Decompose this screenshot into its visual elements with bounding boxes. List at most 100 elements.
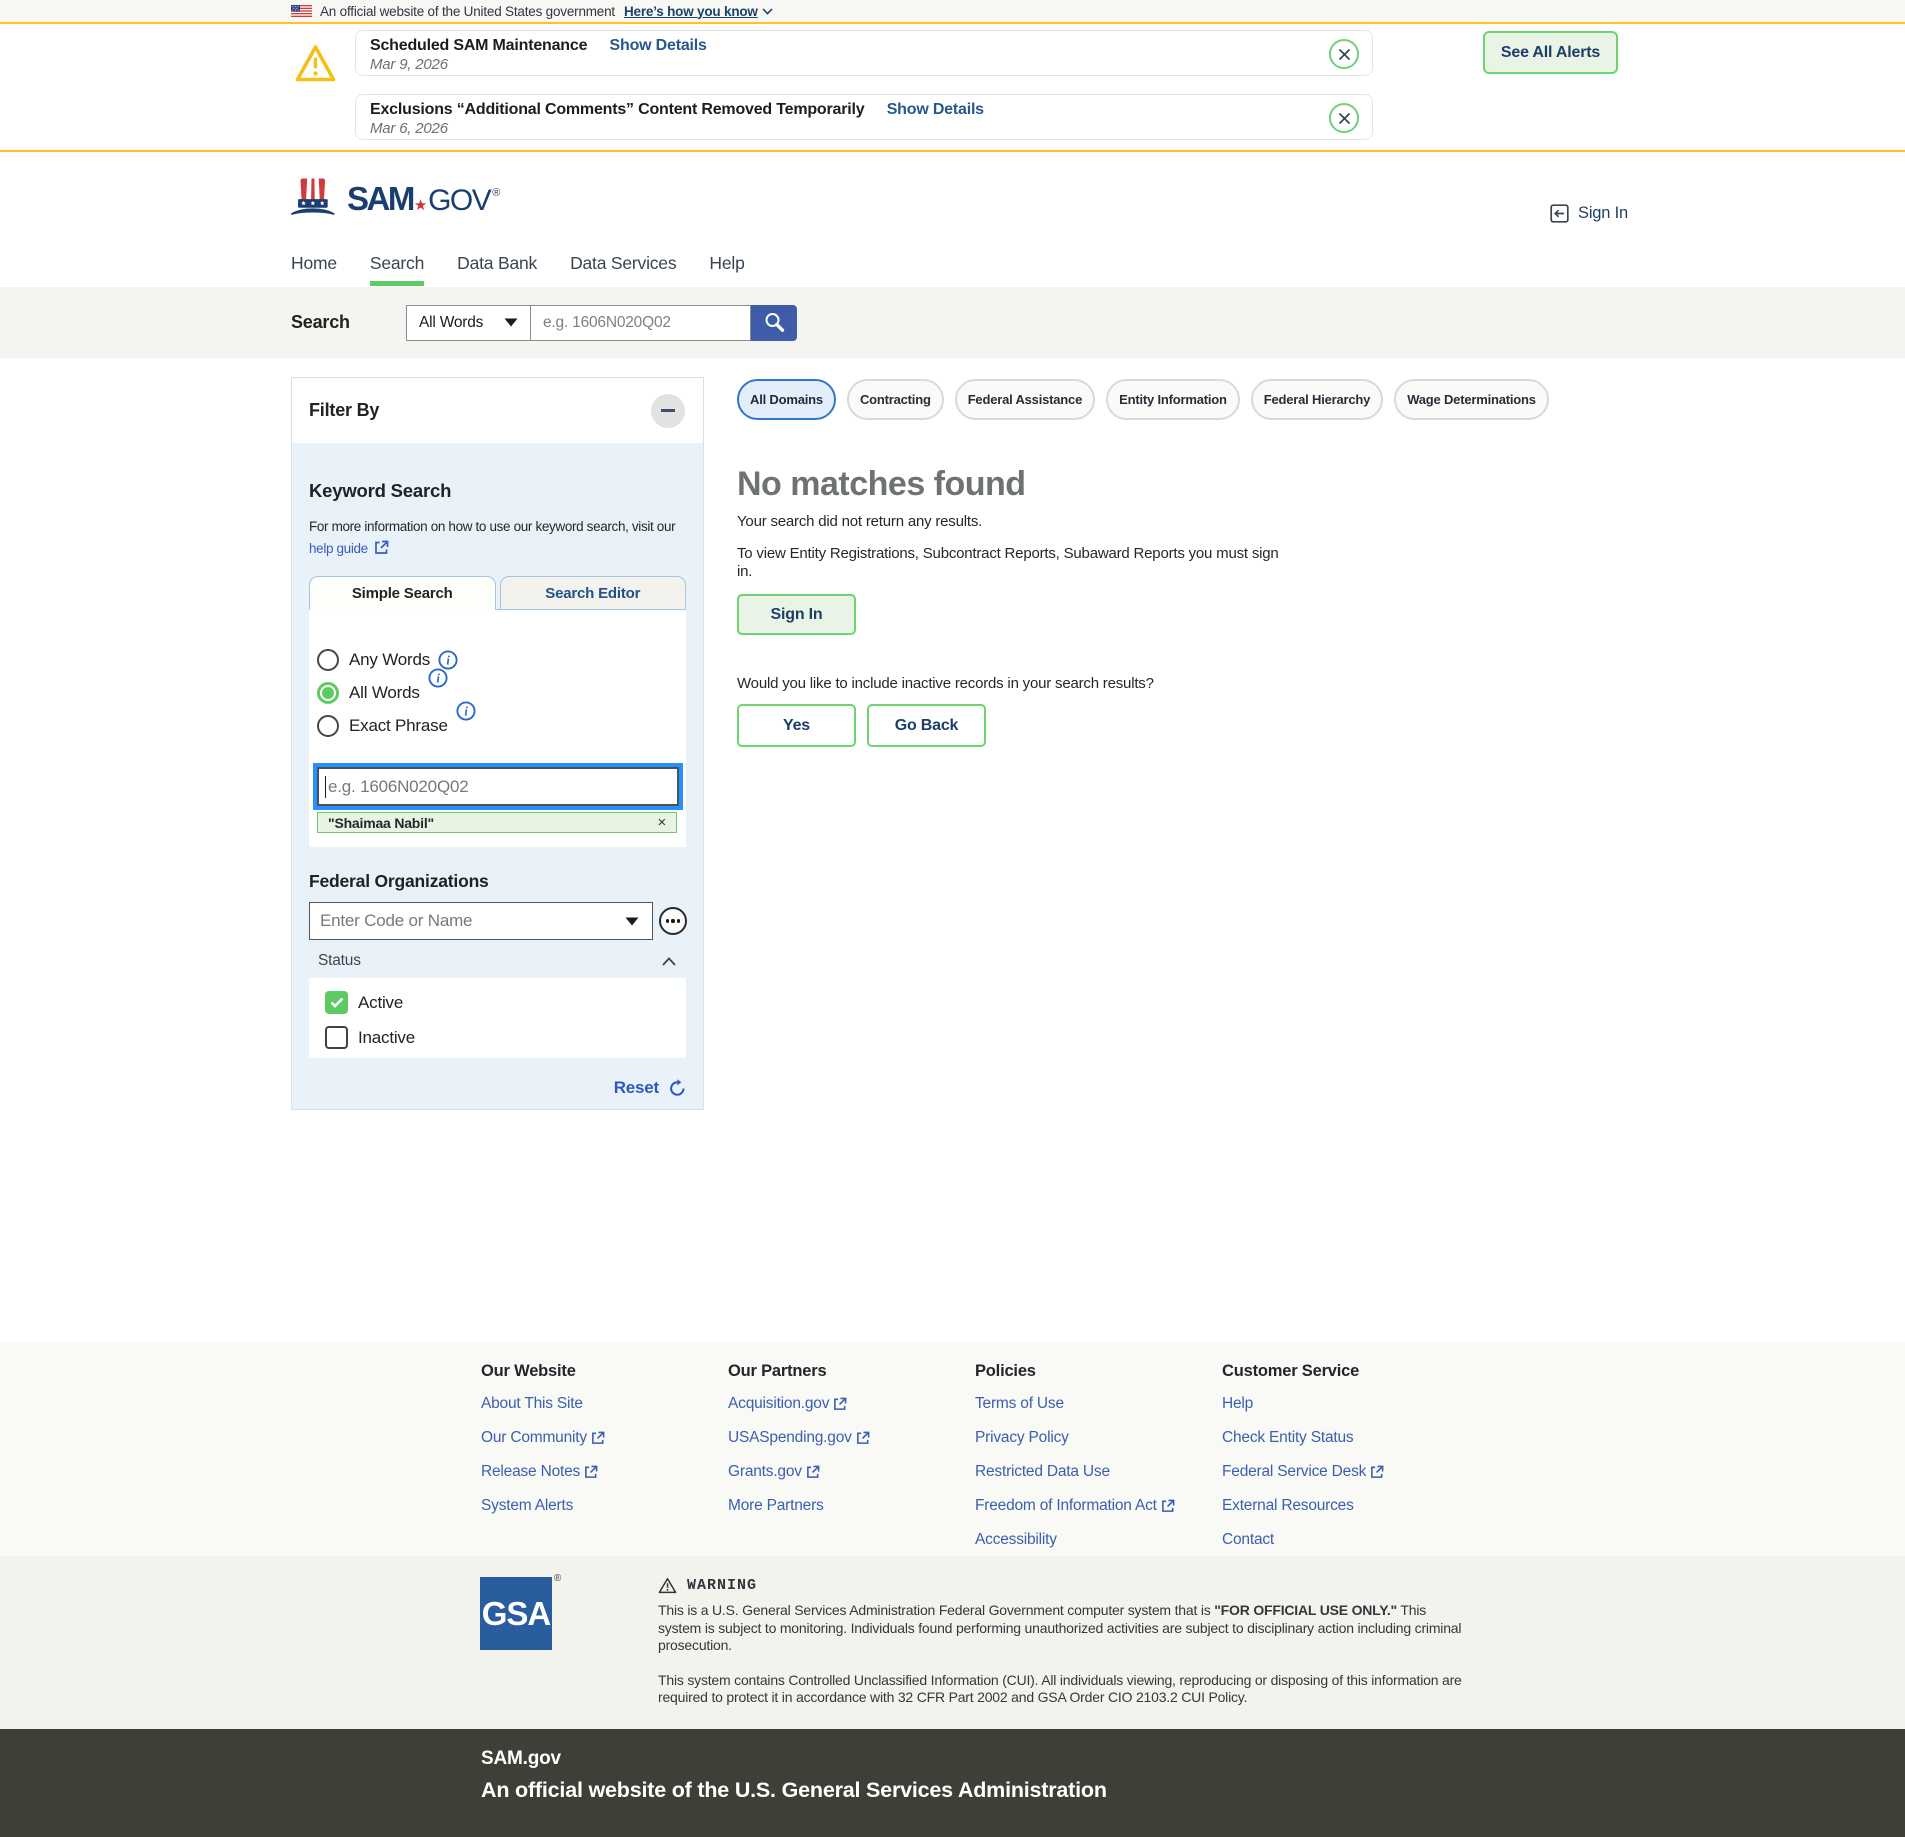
yes-button[interactable]: Yes	[737, 704, 856, 747]
sign-in-notice: To view Entity Registrations, Subcontrac…	[737, 545, 1285, 581]
alert-show-details-link[interactable]: Show Details	[610, 37, 707, 54]
warning-triangle-icon	[294, 43, 337, 84]
footer-link-accessibility[interactable]: Accessibility	[975, 1532, 1057, 1548]
footer-link-acquisition-gov[interactable]: Acquisition.gov	[728, 1396, 847, 1412]
see-all-alerts-button[interactable]: See All Alerts	[1483, 31, 1618, 74]
samgov-logo[interactable]: SAM ★ GOV ®	[291, 177, 500, 219]
pill-entity-information[interactable]: Entity Information	[1106, 379, 1240, 420]
caret-down-icon	[625, 917, 639, 926]
footer-link-privacy-policy[interactable]: Privacy Policy	[975, 1430, 1069, 1446]
gsa-warning-label: WARNING	[687, 1577, 757, 1594]
check-icon	[330, 997, 344, 1008]
pill-all-domains[interactable]: All Domains	[737, 379, 836, 420]
chip-close-icon[interactable]: ×	[657, 815, 666, 830]
footer-link-restricted-data-use[interactable]: Restricted Data Use	[975, 1464, 1110, 1480]
footer-link-usaspending-gov[interactable]: USASpending.gov	[728, 1430, 870, 1446]
footer-link-federal-service-desk[interactable]: Federal Service Desk	[1222, 1464, 1384, 1480]
footer-link-system-alerts[interactable]: System Alerts	[481, 1498, 573, 1514]
footer-link-help[interactable]: Help	[1222, 1396, 1253, 1412]
logo-registered-mark: ®	[492, 187, 500, 199]
footer-link-about-this-site[interactable]: About This Site	[481, 1396, 583, 1412]
search-mode-select[interactable]: All Words	[406, 305, 531, 341]
gov-banner-how-link[interactable]: Here’s how you know	[624, 4, 758, 19]
pill-federal-hierarchy[interactable]: Federal Hierarchy	[1251, 379, 1383, 420]
radio-any-words-label: Any Words	[349, 650, 430, 670]
sign-in-button[interactable]: Sign In	[737, 594, 856, 635]
external-link-icon	[856, 1431, 870, 1445]
alert-close-button[interactable]	[1329, 103, 1359, 133]
logo-star-icon: ★	[414, 196, 427, 214]
info-icon[interactable]: i	[428, 668, 448, 688]
svg-text:i: i	[464, 704, 468, 718]
checkbox-inactive[interactable]	[325, 1026, 348, 1049]
search-strip: Search All Words	[0, 287, 1905, 358]
sign-in-label: Sign In	[1578, 204, 1628, 223]
search-submit-button[interactable]	[751, 305, 797, 341]
footer-link-contact[interactable]: Contact	[1222, 1532, 1274, 1548]
keyword-chip-label: "Shaimaa Nabil"	[328, 815, 434, 831]
nav-item-data-services[interactable]: Data Services	[570, 240, 676, 287]
footer-link-terms-of-use[interactable]: Terms of Use	[975, 1396, 1064, 1412]
bottom-bar: SAM.gov An official website of the U.S. …	[0, 1729, 1905, 1837]
search-strip-label: Search	[291, 312, 406, 333]
info-icon[interactable]: i	[456, 701, 476, 721]
top-search-input[interactable]	[531, 305, 751, 341]
nav-item-help[interactable]: Help	[709, 240, 744, 287]
footer-col-customer-service: Customer Service Help Check Entity Statu…	[1222, 1361, 1469, 1548]
footer-link-our-community[interactable]: Our Community	[481, 1430, 605, 1446]
federal-organizations-heading: Federal Organizations	[309, 871, 686, 892]
no-results-text: Your search did not return any results.	[737, 513, 1614, 530]
tab-search-editor[interactable]: Search Editor	[500, 576, 687, 610]
nav-item-home[interactable]: Home	[291, 240, 337, 287]
header-sign-in[interactable]: Sign In	[1550, 204, 1628, 223]
gsa-warning-paragraph-2: This system contains Controlled Unclassi…	[658, 1672, 1468, 1707]
external-link-icon	[1370, 1465, 1384, 1479]
checkbox-active[interactable]	[325, 991, 348, 1014]
external-link-icon	[806, 1465, 820, 1479]
reset-link[interactable]: Reset	[614, 1078, 659, 1098]
radio-any-words[interactable]	[317, 649, 339, 671]
pill-contracting[interactable]: Contracting	[847, 379, 944, 420]
keyword-search-input[interactable]	[317, 767, 679, 806]
footer-link-grants-gov[interactable]: Grants.gov	[728, 1464, 820, 1480]
chevron-up-icon[interactable]	[662, 957, 676, 966]
info-icon[interactable]: i	[438, 650, 458, 670]
main-nav: Home Search Data Bank Data Services Help	[0, 240, 1905, 287]
footer-link-release-notes[interactable]: Release Notes	[481, 1464, 598, 1480]
nav-item-search[interactable]: Search	[370, 240, 424, 287]
radio-all-words[interactable]	[317, 682, 339, 704]
footer-link-more-partners[interactable]: More Partners	[728, 1498, 824, 1514]
footer-link-check-entity-status[interactable]: Check Entity Status	[1222, 1430, 1353, 1446]
alert-show-details-link[interactable]: Show Details	[887, 101, 984, 118]
footer-link-external-resources[interactable]: External Resources	[1222, 1498, 1354, 1514]
federal-organizations-more-button[interactable]	[659, 907, 687, 935]
footer-col-heading: Our Website	[481, 1361, 728, 1381]
radio-exact-phrase[interactable]	[317, 715, 339, 737]
tab-simple-search[interactable]: Simple Search	[309, 576, 496, 610]
search-icon	[763, 311, 786, 334]
filter-collapse-button[interactable]	[651, 394, 685, 428]
pill-federal-assistance[interactable]: Federal Assistance	[955, 379, 1095, 420]
alerts-section: Scheduled SAM Maintenance Show Details M…	[0, 24, 1905, 152]
external-link-icon	[1161, 1499, 1175, 1513]
alert-card: Exclusions “Additional Comments” Content…	[355, 94, 1373, 140]
gsa-logo: GSA	[480, 1577, 552, 1650]
federal-organizations-combobox[interactable]: Enter Code or Name	[309, 902, 653, 940]
footer-link-foia[interactable]: Freedom of Information Act	[975, 1498, 1175, 1514]
help-guide-link[interactable]: help guide	[309, 541, 368, 556]
footer-col-our-partners: Our Partners Acquisition.gov USASpending…	[728, 1361, 975, 1548]
logo-gov-text: GOV	[428, 183, 490, 219]
close-icon	[1338, 48, 1351, 61]
nav-item-data-bank[interactable]: Data Bank	[457, 240, 537, 287]
footer-col-policies: Policies Terms of Use Privacy Policy Res…	[975, 1361, 1222, 1548]
pill-wage-determinations[interactable]: Wage Determinations	[1394, 379, 1549, 420]
keyword-tabs: Simple Search Search Editor	[309, 576, 686, 610]
alert-close-button[interactable]	[1329, 39, 1359, 69]
alert-title: Exclusions “Additional Comments” Content…	[370, 101, 864, 118]
go-back-button[interactable]: Go Back	[867, 704, 986, 747]
alert-date: Mar 6, 2026	[370, 120, 1322, 138]
search-mode-value: All Words	[419, 314, 483, 332]
svg-text:i: i	[436, 671, 440, 685]
minus-icon	[661, 409, 675, 412]
external-link-icon	[374, 540, 389, 555]
